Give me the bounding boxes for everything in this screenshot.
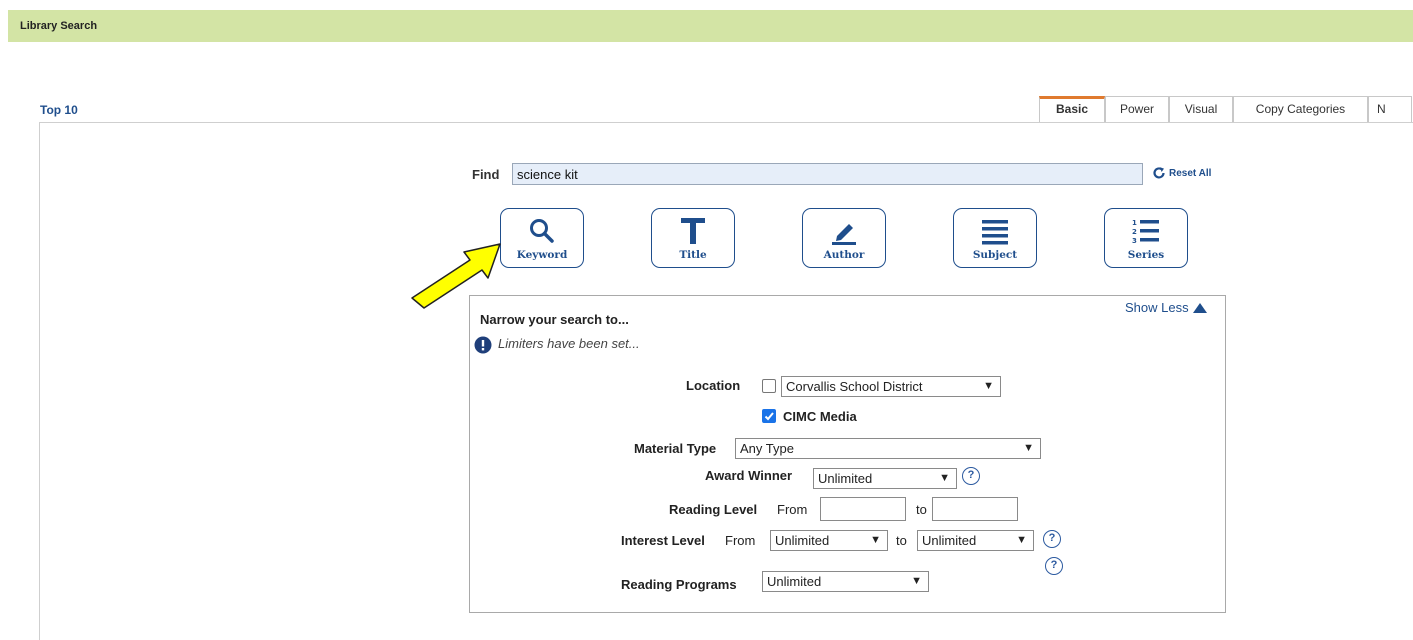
author-button[interactable]: Author xyxy=(802,208,886,268)
narrow-title: Narrow your search to... xyxy=(480,312,629,327)
tab-visual[interactable]: Visual xyxy=(1169,96,1233,122)
material-type-select[interactable]: Any Type ▼ xyxy=(735,438,1041,459)
interest-level-to-select[interactable]: Unlimited ▼ xyxy=(917,530,1034,551)
refresh-icon xyxy=(1153,167,1165,179)
find-input[interactable] xyxy=(512,163,1143,185)
interest-level-label: Interest Level xyxy=(621,533,705,548)
svg-text:3: 3 xyxy=(1132,237,1137,245)
chevron-down-icon: ▼ xyxy=(870,534,881,546)
chevron-down-icon: ▼ xyxy=(939,472,950,484)
cimc-media-label: CIMC Media xyxy=(783,409,857,424)
page-title: Library Search xyxy=(20,20,98,32)
chevron-down-icon: ▼ xyxy=(1023,442,1034,454)
tab-basic[interactable]: Basic xyxy=(1039,96,1105,122)
tab-next[interactable]: N xyxy=(1368,96,1412,122)
location-label: Location xyxy=(686,378,741,393)
reading-programs-select[interactable]: Unlimited ▼ xyxy=(762,571,929,592)
reading-programs-value: Unlimited xyxy=(767,574,822,589)
material-type-value: Any Type xyxy=(740,441,794,456)
reset-all-label: Reset All xyxy=(1169,167,1212,179)
tab-copy-categories[interactable]: Copy Categories xyxy=(1233,96,1368,122)
chevron-down-icon: ▼ xyxy=(1016,534,1027,546)
subject-label: Subject xyxy=(972,249,1018,261)
show-less-label: Show Less xyxy=(1125,300,1189,315)
award-winner-value: Unlimited xyxy=(818,471,873,486)
magnifier-icon xyxy=(530,219,554,243)
location-value: Corvallis School District xyxy=(786,379,923,394)
material-type-label: Material Type xyxy=(634,441,717,456)
svg-text:1: 1 xyxy=(1132,219,1137,227)
reading-level-to-input[interactable] xyxy=(932,497,1018,521)
pen-icon xyxy=(832,224,856,245)
reading-level-label: Reading Level xyxy=(669,502,758,517)
award-winner-help-icon[interactable]: ? xyxy=(962,467,980,485)
lines-icon xyxy=(982,220,1008,245)
subject-button[interactable]: Subject xyxy=(953,208,1037,268)
author-label: Author xyxy=(823,249,865,261)
interest-level-from-label: From xyxy=(725,533,756,548)
tab-power[interactable]: Power xyxy=(1105,96,1169,122)
location-checkbox[interactable] xyxy=(762,379,776,393)
keyword-button[interactable]: Keyword xyxy=(500,208,584,268)
cimc-media-checkbox[interactable] xyxy=(762,409,776,423)
chevron-down-icon: ▼ xyxy=(911,575,922,587)
interest-level-to-value: Unlimited xyxy=(922,533,977,548)
interest-level-from-value: Unlimited xyxy=(775,533,830,548)
interest-level-help-icon[interactable]: ? xyxy=(1043,530,1061,548)
keyword-label: Keyword xyxy=(516,249,568,261)
limiters-note: Limiters have been set... xyxy=(498,336,640,351)
title-label: Title xyxy=(679,249,707,261)
top10-link[interactable]: Top 10 xyxy=(40,103,78,117)
reading-programs-label: Reading Programs xyxy=(621,577,737,592)
title-button[interactable]: Title xyxy=(651,208,735,268)
triangle-up-icon xyxy=(1192,302,1207,313)
reading-programs-help-icon[interactable]: ? xyxy=(1045,557,1063,575)
interest-level-from-select[interactable]: Unlimited ▼ xyxy=(770,530,888,551)
reset-all-button[interactable]: Reset All xyxy=(1152,166,1211,180)
location-select[interactable]: Corvallis School District ▼ xyxy=(781,376,1001,397)
award-winner-label: Award Winner xyxy=(705,468,793,483)
check-icon xyxy=(764,412,774,421)
find-label: Find xyxy=(472,167,500,182)
show-less-link[interactable]: Show Less xyxy=(1125,300,1207,315)
svg-text:2: 2 xyxy=(1132,228,1137,236)
reading-level-to-label: to xyxy=(916,502,927,517)
series-button[interactable]: 1 2 3 Series xyxy=(1104,208,1188,268)
alert-info-icon xyxy=(474,336,492,354)
title-t-icon xyxy=(681,218,705,244)
reading-level-from-label: From xyxy=(777,502,808,517)
award-winner-select[interactable]: Unlimited ▼ xyxy=(813,468,957,489)
interest-level-to-label: to xyxy=(896,533,907,548)
numbered-list-icon: 1 2 3 xyxy=(1132,219,1159,245)
header-bar: Library Search xyxy=(8,10,1413,42)
reading-level-from-input[interactable] xyxy=(820,497,906,521)
series-label: Series xyxy=(1127,249,1165,261)
search-tabs: Basic Power Visual Copy Categories N xyxy=(1039,96,1412,122)
chevron-down-icon: ▼ xyxy=(983,380,994,392)
